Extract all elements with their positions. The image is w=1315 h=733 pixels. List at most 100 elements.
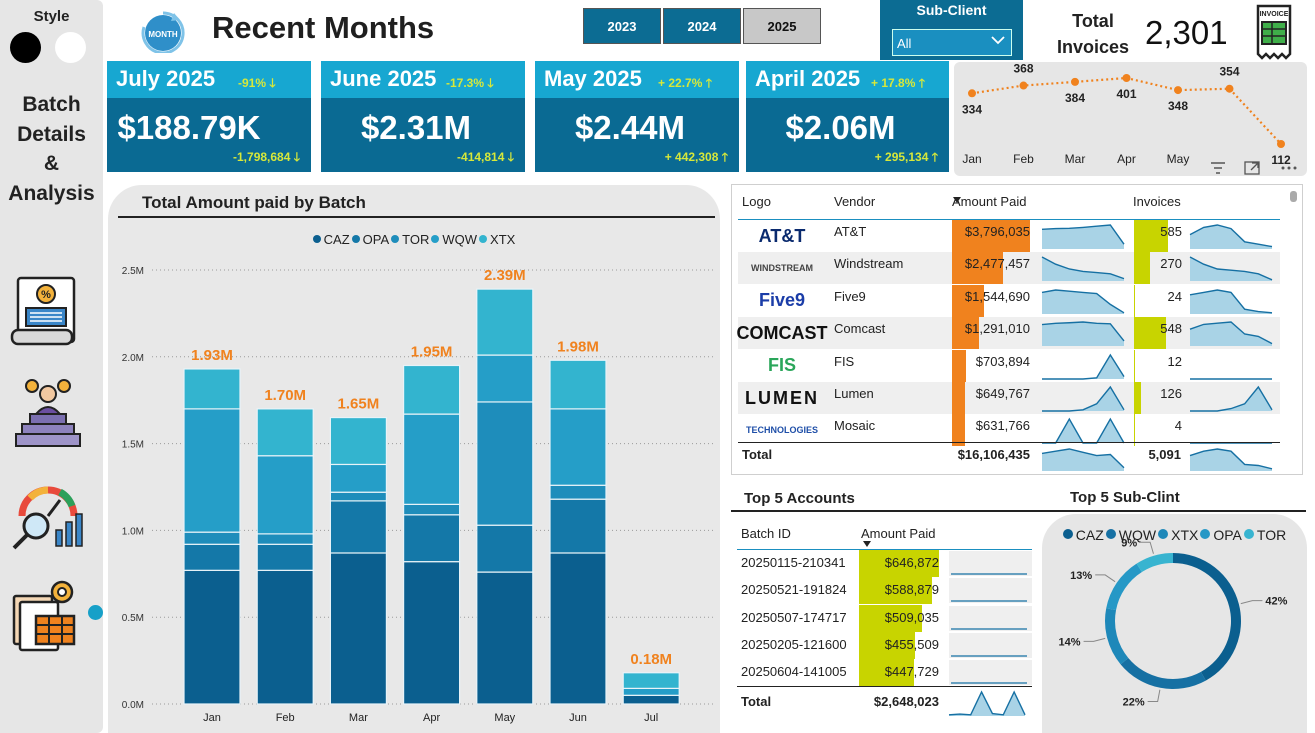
column-header-amount[interactable]: Amount Paid	[861, 526, 935, 541]
bar-segment-opa[interactable]	[549, 498, 607, 554]
bar-segment-xtx[interactable]	[476, 288, 534, 356]
bar-segment-wqw[interactable]	[183, 408, 241, 533]
bar-segment-tor[interactable]	[403, 503, 461, 516]
kpi-card-june: June 2025 -17.3% 🡓 $2.31M -414,814 🡓	[321, 61, 525, 172]
bar-segment-caz[interactable]	[329, 552, 387, 705]
column-header-vendor[interactable]: Vendor	[834, 194, 875, 209]
account-row[interactable]: 20250604-141005 $447,729	[737, 659, 1032, 687]
vendor-row[interactable]: LUMEN Lumen $649,767 126	[738, 382, 1280, 414]
kpi-value: $2.06M	[785, 109, 896, 146]
vendor-name: FIS	[834, 353, 855, 369]
column-header-batch-id[interactable]: Batch ID	[741, 526, 791, 541]
bar-total-label: 1.93M	[191, 347, 233, 364]
trend-point[interactable]	[968, 89, 976, 98]
bar-segment-wqw[interactable]	[622, 687, 680, 696]
sub-client-filter: Sub-Client All	[880, 0, 1023, 60]
invoice-count: 24	[1167, 288, 1182, 304]
more-options-icon[interactable]	[1280, 164, 1298, 172]
bar-segment-caz[interactable]	[183, 569, 241, 705]
donut-slice-opa[interactable]	[1106, 563, 1142, 611]
kpi-month: July 2025	[116, 66, 216, 91]
bar-segment-tor[interactable]	[183, 531, 241, 545]
bar-segment-caz[interactable]	[622, 694, 680, 705]
bar-segment-opa[interactable]	[183, 543, 241, 571]
kpi-delta: -414,814 🡓	[457, 150, 514, 164]
trend-point[interactable]	[1122, 74, 1131, 82]
trend-point[interactable]	[1277, 140, 1285, 148]
bar-segment-tor[interactable]	[256, 533, 314, 545]
light-theme-toggle[interactable]	[55, 32, 86, 63]
sub-client-dropdown[interactable]: All	[892, 29, 1012, 56]
bar-segment-xtx[interactable]	[403, 364, 461, 415]
kpi-delta: + 442,308 🡑	[664, 150, 728, 164]
bar-segment-xtx[interactable]	[256, 408, 314, 457]
bar-total-label: 1.70M	[264, 387, 306, 404]
bar-segment-xtx[interactable]	[622, 672, 680, 689]
year-filter-2025[interactable]: 2025	[743, 8, 821, 44]
donut-slice-wqw[interactable]	[1120, 657, 1206, 689]
team-podium-icon[interactable]	[8, 374, 88, 452]
data-settings-icon[interactable]	[8, 576, 88, 654]
account-row[interactable]: 20250205-121600 $455,509	[737, 631, 1032, 659]
bar-segment-wqw[interactable]	[403, 413, 461, 505]
trend-point[interactable]	[1174, 86, 1182, 95]
year-filter-2024[interactable]: 2024	[663, 8, 741, 44]
bar-segment-opa[interactable]	[329, 500, 387, 554]
sidebar-title-line: &	[43, 152, 60, 175]
bar-segment-tor[interactable]	[329, 491, 387, 502]
scrollbar-thumb[interactable]	[1290, 191, 1297, 202]
bar-segment-wqw[interactable]	[256, 455, 314, 535]
bar-segment-tor[interactable]	[549, 484, 607, 500]
bar-segment-wqw[interactable]	[329, 463, 387, 493]
total-amount-sparkline	[1041, 448, 1125, 471]
y-tick-label: 1.0M	[122, 526, 144, 537]
bar-segment-tor[interactable]	[476, 401, 534, 526]
trend-data-label: 368	[1013, 62, 1033, 76]
donut-slice-xtx[interactable]	[1105, 608, 1129, 665]
bar-segment-wqw[interactable]	[476, 354, 534, 403]
bar-segment-caz[interactable]	[256, 569, 314, 705]
bar-segment-caz[interactable]	[403, 561, 461, 705]
account-row[interactable]: 20250507-174717 $509,035	[737, 604, 1032, 632]
bar-segment-opa[interactable]	[403, 514, 461, 563]
invoice-icon-label: INVOICE	[1260, 11, 1289, 18]
column-header-logo[interactable]: Logo	[742, 194, 771, 209]
bar-segment-opa[interactable]	[476, 524, 534, 573]
x-tick-label: Jun	[569, 712, 587, 724]
arrow-up-icon: 🡑	[918, 76, 925, 90]
column-header-amount[interactable]: Amount Paid	[952, 194, 1026, 209]
account-row[interactable]: 20250521-191824 $588,879	[737, 577, 1032, 605]
bar-segment-opa[interactable]	[256, 543, 314, 571]
focus-mode-icon[interactable]	[1244, 161, 1260, 175]
total-invoices-sparkline	[1189, 448, 1273, 471]
x-tick-label: May	[494, 712, 515, 724]
bar-segment-caz[interactable]	[549, 552, 607, 705]
bar-segment-xtx[interactable]	[183, 368, 241, 410]
year-filter-2023[interactable]: 2023	[583, 8, 661, 44]
donut-slice-tor[interactable]	[1136, 553, 1173, 573]
donut-leader-line	[1147, 689, 1161, 703]
vendor-row[interactable]: Five9 Five9 $1,544,690 24	[738, 284, 1280, 317]
account-row[interactable]: 20250115-210341 $646,872	[737, 550, 1032, 577]
bar-segment-wqw[interactable]	[549, 408, 607, 486]
bar-segment-xtx[interactable]	[329, 416, 387, 466]
batch-id: 20250205-121600	[741, 636, 847, 652]
total-label: Total	[741, 694, 772, 709]
bar-segment-caz[interactable]	[476, 571, 534, 705]
vendor-row[interactable]: FIS FIS $703,894 12	[738, 349, 1280, 382]
trend-x-label: Jan	[962, 152, 981, 166]
dark-theme-toggle[interactable]	[10, 32, 41, 63]
bar-segment-xtx[interactable]	[549, 359, 607, 410]
trend-point[interactable]	[1019, 81, 1028, 90]
trend-point[interactable]	[1071, 77, 1079, 86]
vendor-row[interactable]: AT&T AT&T $3,796,035 585	[738, 220, 1280, 252]
y-tick-label: 0.0M	[122, 700, 144, 711]
vendor-row[interactable]: COMCAST Comcast $1,291,010 548	[737, 317, 1280, 350]
billing-document-icon[interactable]: %	[8, 272, 88, 350]
column-header-invoices[interactable]: Invoices	[1133, 194, 1181, 209]
vendor-row[interactable]: WINDSTREAM Windstream $2,477,457 270	[738, 252, 1280, 285]
trend-point[interactable]	[1225, 84, 1234, 93]
analytics-gauge-icon[interactable]	[8, 476, 88, 554]
donut-slice-caz[interactable]	[1173, 553, 1241, 681]
filter-icon[interactable]	[1210, 161, 1226, 175]
